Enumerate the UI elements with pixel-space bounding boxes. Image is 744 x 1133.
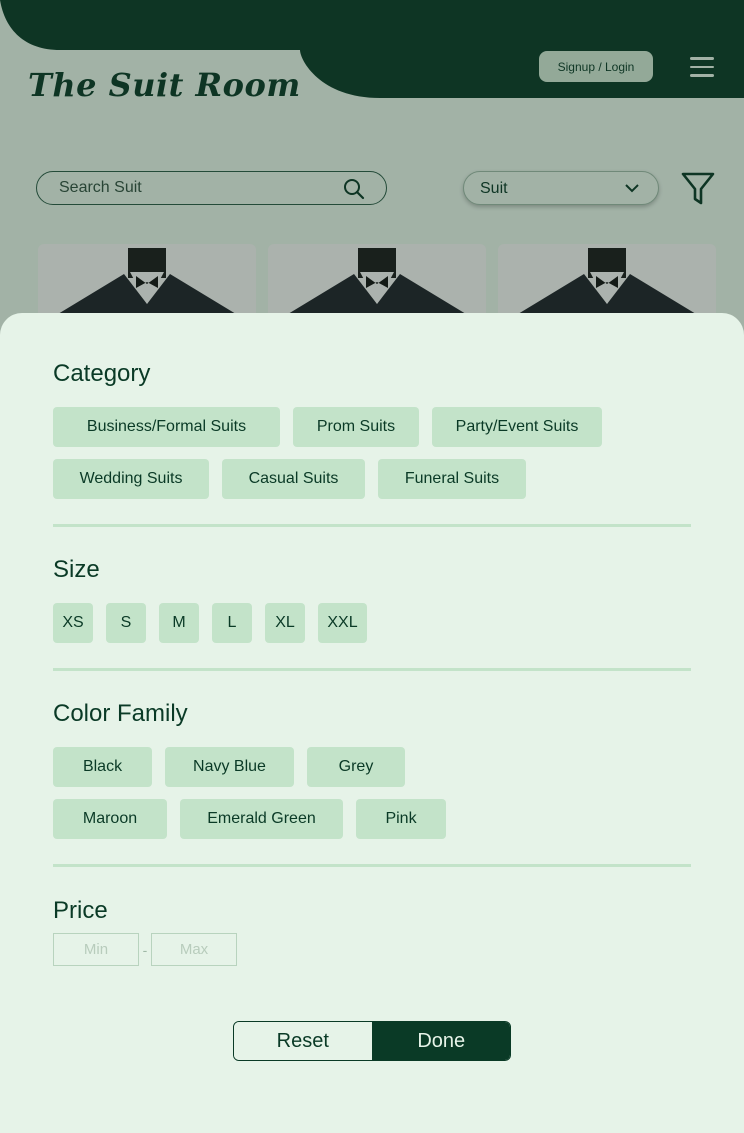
color-row-1: Black Navy Blue Grey bbox=[53, 747, 405, 787]
size-row: XS S M L XL XXL bbox=[53, 603, 367, 643]
size-title: Size bbox=[53, 556, 100, 583]
filter-sheet: Category Business/Formal Suits Prom Suit… bbox=[0, 313, 744, 1133]
chip-color-pink[interactable]: Pink bbox=[356, 799, 446, 839]
done-button[interactable]: Done bbox=[372, 1022, 510, 1060]
color-row-2: Maroon Emerald Green Pink bbox=[53, 799, 446, 839]
chip-casual-suits[interactable]: Casual Suits bbox=[222, 459, 365, 499]
price-min-input[interactable] bbox=[53, 933, 139, 966]
chip-color-maroon[interactable]: Maroon bbox=[53, 799, 167, 839]
chip-size-xxl[interactable]: XXL bbox=[318, 603, 367, 643]
chip-size-xs[interactable]: XS bbox=[53, 603, 93, 643]
chip-size-m[interactable]: M bbox=[159, 603, 199, 643]
price-separator: - bbox=[142, 941, 148, 958]
price-max-input[interactable] bbox=[151, 933, 237, 966]
chip-business-formal-suits[interactable]: Business/Formal Suits bbox=[53, 407, 280, 447]
chip-color-emerald-green[interactable]: Emerald Green bbox=[180, 799, 343, 839]
category-row-1: Business/Formal Suits Prom Suits Party/E… bbox=[53, 407, 602, 447]
chip-party-event-suits[interactable]: Party/Event Suits bbox=[432, 407, 602, 447]
chip-size-s[interactable]: S bbox=[106, 603, 146, 643]
chip-size-l[interactable]: L bbox=[212, 603, 252, 643]
chip-prom-suits[interactable]: Prom Suits bbox=[293, 407, 419, 447]
chip-color-grey[interactable]: Grey bbox=[307, 747, 405, 787]
divider bbox=[53, 668, 691, 671]
filter-actions: Reset Done bbox=[233, 1021, 511, 1061]
chip-size-xl[interactable]: XL bbox=[265, 603, 305, 643]
chip-color-black[interactable]: Black bbox=[53, 747, 152, 787]
chip-funeral-suits[interactable]: Funeral Suits bbox=[378, 459, 526, 499]
category-title: Category bbox=[53, 360, 151, 387]
price-title: Price bbox=[53, 897, 108, 924]
divider bbox=[53, 524, 691, 527]
reset-button[interactable]: Reset bbox=[234, 1022, 373, 1060]
chip-wedding-suits[interactable]: Wedding Suits bbox=[53, 459, 209, 499]
color-family-title: Color Family bbox=[53, 700, 188, 727]
chip-color-navy-blue[interactable]: Navy Blue bbox=[165, 747, 294, 787]
price-range: - bbox=[53, 933, 237, 966]
divider bbox=[53, 864, 691, 867]
category-row-2: Wedding Suits Casual Suits Funeral Suits bbox=[53, 459, 526, 499]
